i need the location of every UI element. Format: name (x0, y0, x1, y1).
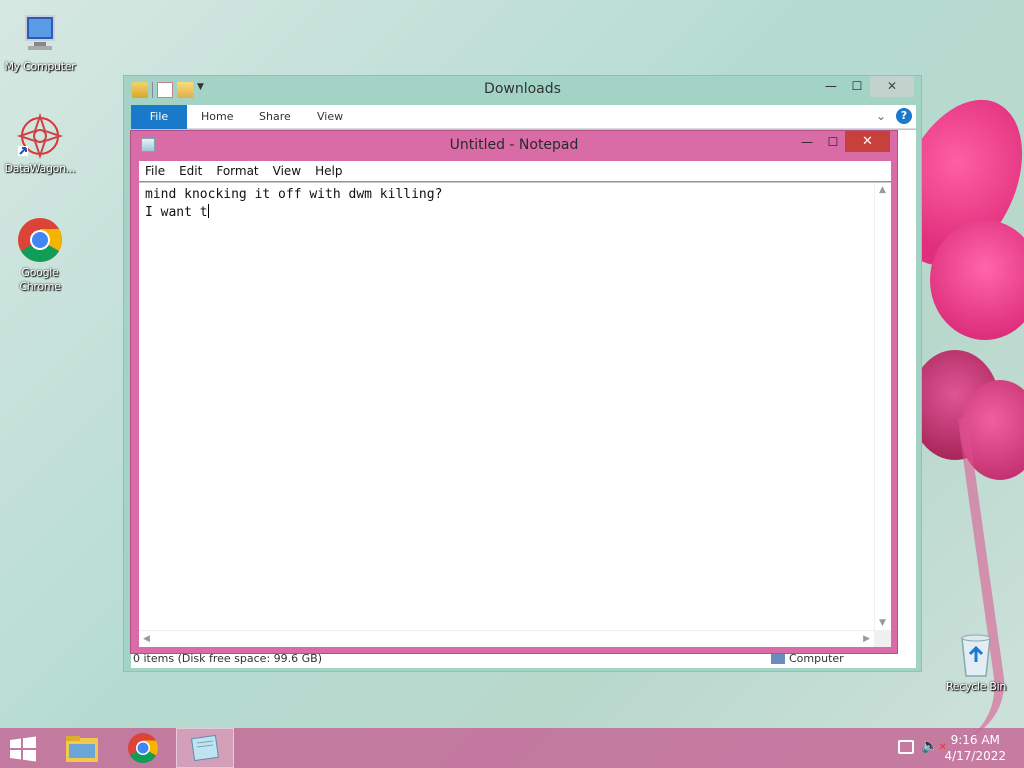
explorer-maximize-button[interactable]: ☐ (840, 76, 874, 97)
desktop-icon-label: Google Chrome (19, 266, 61, 293)
clock-time: 9:16 AM (950, 733, 1000, 747)
desktop-icon-label: Recycle Bin (945, 680, 1007, 693)
notepad-title: Untitled - Notepad (449, 137, 579, 153)
windows-logo-icon (10, 736, 36, 762)
explorer-titlebar[interactable]: ▼ Downloads — ☐ ✕ (124, 76, 921, 105)
taskbar: 🔈✕ 9:16 AM 4/17/2022 (0, 728, 1024, 768)
taskbar-item-chrome[interactable] (114, 728, 172, 768)
taskbar-item-file-explorer[interactable] (53, 728, 111, 768)
horizontal-scrollbar[interactable]: ◀ ▶ (139, 630, 874, 647)
help-icon[interactable]: ? (896, 108, 912, 124)
desktop-icon-my-computer[interactable]: My Computer (0, 10, 80, 74)
start-button[interactable] (8, 736, 38, 762)
menu-file[interactable]: File (145, 164, 165, 178)
chrome-icon (128, 733, 159, 764)
volume-muted-icon[interactable]: 🔈✕ (921, 738, 947, 754)
file-explorer-icon (66, 736, 98, 762)
computer-icon (16, 10, 64, 58)
tab-view[interactable]: View (317, 105, 343, 129)
chrome-icon (16, 216, 64, 264)
notepad-maximize-button[interactable]: ☐ (820, 133, 846, 151)
menu-help[interactable]: Help (315, 164, 342, 178)
recycle-bin-icon (956, 632, 996, 678)
datawagon-icon (16, 112, 64, 160)
tab-share[interactable]: Share (259, 105, 291, 129)
notepad-close-button[interactable]: ✕ (845, 131, 890, 152)
notepad-menubar: File Edit Format View Help (139, 161, 891, 181)
explorer-ribbon: File Home Share View ⌄ ? (131, 105, 916, 129)
network-icon[interactable] (898, 740, 914, 754)
text-line: mind knocking it off with dwm killing? (145, 187, 443, 202)
text-line-current: I want t (145, 204, 442, 222)
ribbon-expand-chevron-icon[interactable]: ⌄ (876, 109, 886, 123)
menu-edit[interactable]: Edit (179, 164, 202, 178)
desktop-icon-google-chrome[interactable]: Google Chrome (0, 216, 80, 294)
scroll-left-arrow-icon[interactable]: ◀ (143, 634, 150, 644)
desktop-icon-datawagon[interactable]: DataWagon... (0, 112, 80, 176)
explorer-title: Downloads (484, 81, 561, 97)
desktop-icon-recycle-bin[interactable]: Recycle Bin (936, 632, 1016, 694)
text-caret (207, 204, 209, 218)
wallpaper-flower-petal (930, 220, 1024, 340)
notepad-minimize-button[interactable]: — (794, 133, 820, 151)
text-line: I want t (145, 205, 208, 220)
resize-grip[interactable] (874, 630, 891, 647)
taskbar-clock[interactable]: 9:16 AM 4/17/2022 (944, 732, 1006, 764)
scroll-down-arrow-icon[interactable]: ▼ (879, 618, 886, 628)
computer-icon (771, 654, 785, 664)
menu-view[interactable]: View (273, 164, 301, 178)
notepad-icon (191, 734, 219, 762)
desktop-icon-label: DataWagon... (4, 162, 76, 175)
tab-file[interactable]: File (131, 105, 187, 129)
desktop-icon-label: My Computer (4, 60, 76, 73)
scroll-right-arrow-icon[interactable]: ▶ (863, 634, 870, 644)
vertical-scrollbar[interactable]: ▲ ▼ (874, 183, 891, 630)
notepad-content: mind knocking it off with dwm killing? I … (145, 186, 442, 222)
clock-date: 4/17/2022 (944, 749, 1006, 763)
tab-home[interactable]: Home (201, 105, 233, 129)
menu-format[interactable]: Format (216, 164, 258, 178)
scroll-up-arrow-icon[interactable]: ▲ (879, 185, 886, 195)
taskbar-item-notepad[interactable] (176, 728, 234, 768)
explorer-close-button[interactable]: ✕ (870, 76, 914, 97)
notepad-text-area[interactable]: mind knocking it off with dwm killing? I … (139, 182, 891, 647)
notepad-window[interactable]: Untitled - Notepad — ☐ ✕ File Edit Forma… (130, 130, 898, 654)
